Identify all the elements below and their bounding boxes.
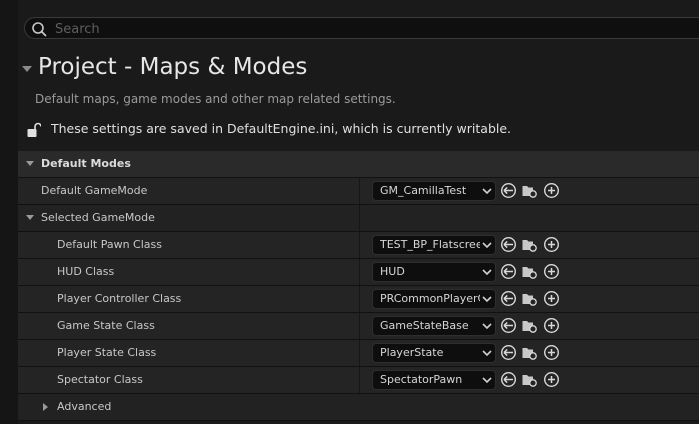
use-selected-icon[interactable] [500, 236, 517, 253]
search-icon [32, 22, 47, 37]
property-label: Spectator Class [57, 373, 143, 386]
use-selected-icon[interactable] [500, 344, 517, 361]
property-label: HUD Class [57, 265, 115, 278]
search-box[interactable] [24, 17, 699, 39]
chevron-down-icon [481, 348, 493, 358]
property-label: Default GameMode [41, 184, 148, 197]
add-icon[interactable] [543, 290, 560, 307]
expand-arrow-icon[interactable] [26, 161, 34, 166]
use-selected-icon[interactable] [500, 371, 517, 388]
chevron-down-icon [481, 267, 493, 277]
dropdown-value: PlayerState [380, 346, 444, 359]
config-notice-text: These settings are saved in DefaultEngin… [51, 121, 512, 136]
column-splitter[interactable] [359, 367, 360, 393]
dropdown-value: SpectatorPawn [380, 373, 463, 386]
search-input[interactable] [53, 19, 657, 39]
browse-folder-icon[interactable] [521, 236, 538, 253]
left-gutter [0, 0, 18, 424]
property-label: Player State Class [57, 346, 157, 359]
property-label: Default Pawn Class [57, 238, 162, 251]
collapse-chevron-icon[interactable] [22, 66, 32, 72]
browse-folder-icon[interactable] [521, 371, 538, 388]
class-picker-dropdown[interactable]: GameStateBase [372, 316, 496, 336]
group-label: Advanced [57, 400, 112, 413]
chevron-down-icon [481, 294, 493, 304]
use-selected-icon[interactable] [500, 290, 517, 307]
property-row: HUD Class HUD [18, 259, 699, 286]
column-splitter[interactable] [359, 205, 360, 231]
use-selected-icon[interactable] [500, 182, 517, 199]
chevron-down-icon [481, 240, 493, 250]
chevron-down-icon [481, 186, 493, 196]
class-picker-dropdown[interactable]: PlayerState [372, 343, 496, 363]
use-selected-icon[interactable] [500, 317, 517, 334]
browse-folder-icon[interactable] [521, 317, 538, 334]
browse-folder-icon[interactable] [521, 344, 538, 361]
browse-folder-icon[interactable] [521, 182, 538, 199]
property-row-default-gamemode: Default GameMode GM_CamillaTest [18, 178, 699, 205]
add-icon[interactable] [543, 317, 560, 334]
column-splitter[interactable] [359, 178, 360, 204]
dropdown-value: HUD [380, 265, 405, 278]
property-label: Game State Class [57, 319, 155, 332]
column-splitter[interactable] [359, 313, 360, 339]
column-splitter[interactable] [359, 232, 360, 258]
add-icon[interactable] [543, 344, 560, 361]
column-splitter[interactable] [359, 259, 360, 285]
dropdown-value: GameStateBase [380, 319, 469, 332]
page-description: Default maps, game modes and other map r… [35, 92, 396, 106]
use-selected-icon[interactable] [500, 263, 517, 280]
add-icon[interactable] [543, 371, 560, 388]
class-picker-dropdown[interactable]: GM_CamillaTest [372, 181, 496, 201]
column-splitter[interactable] [359, 286, 360, 312]
property-row: Player Controller Class PRCommonPlayerCo… [18, 286, 699, 313]
chevron-down-icon [481, 321, 493, 331]
unlocked-icon [27, 122, 41, 137]
group-advanced[interactable]: Advanced [18, 394, 699, 421]
property-row: Spectator Class SpectatorPawn [18, 367, 699, 394]
expand-arrow-icon[interactable] [26, 215, 34, 220]
dropdown-value: TEST_BP_Flatscreen [380, 238, 480, 251]
class-picker-dropdown[interactable]: TEST_BP_Flatscreen [372, 235, 496, 255]
browse-folder-icon[interactable] [521, 290, 538, 307]
dropdown-value: PRCommonPlayerController [380, 292, 480, 305]
class-picker-dropdown[interactable]: SpectatorPawn [372, 370, 496, 390]
property-row: Default Pawn Class TEST_BP_Flatscreen [18, 232, 699, 259]
property-row: Player State Class PlayerState [18, 340, 699, 367]
page-title: Project - Maps & Modes [38, 54, 308, 80]
chevron-down-icon [481, 375, 493, 385]
details-table: Default Modes Default GameMode GM_Camill… [18, 151, 699, 421]
group-label: Selected GameMode [41, 211, 155, 224]
add-icon[interactable] [543, 182, 560, 199]
category-label: Default Modes [41, 157, 131, 170]
class-picker-dropdown[interactable]: HUD [372, 262, 496, 282]
dropdown-value: GM_CamillaTest [380, 184, 467, 197]
column-splitter[interactable] [359, 340, 360, 366]
expand-arrow-icon[interactable] [43, 403, 48, 411]
property-label: Player Controller Class [57, 292, 182, 305]
category-default-modes[interactable]: Default Modes [18, 151, 699, 178]
class-picker-dropdown[interactable]: PRCommonPlayerController [372, 289, 496, 309]
property-row: Game State Class GameStateBase [18, 313, 699, 340]
browse-folder-icon[interactable] [521, 263, 538, 280]
add-icon[interactable] [543, 263, 560, 280]
add-icon[interactable] [543, 236, 560, 253]
group-selected-gamemode[interactable]: Selected GameMode [18, 205, 699, 232]
